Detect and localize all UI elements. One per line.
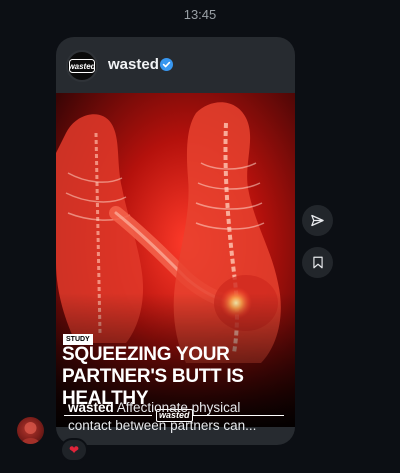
headline-line-2: PARTNER'S BUTT IS — [62, 366, 244, 387]
post-header[interactable]: wasted wasted — [56, 37, 295, 93]
post-image[interactable]: STUDY SQUEEZING YOUR PARTNER'S BUTT IS H… — [56, 93, 295, 427]
logo-text: wasted — [69, 62, 95, 71]
verified-badge-icon — [160, 58, 173, 71]
message-timestamp: 13:45 — [183, 7, 217, 22]
account-name[interactable]: wasted — [108, 56, 159, 73]
save-button[interactable] — [302, 247, 333, 278]
shared-post-card[interactable]: wasted wasted STUDY SQUEEZING YOUR PARTN… — [56, 37, 295, 445]
send-icon — [311, 214, 324, 227]
caption-account-name[interactable]: wasted — [68, 400, 114, 415]
heart-reaction[interactable]: ❤ — [60, 438, 88, 462]
account-avatar[interactable]: wasted — [66, 50, 98, 82]
post-image-text: STUDY SQUEEZING YOUR PARTNER'S BUTT IS H… — [56, 93, 295, 427]
heart-icon: ❤ — [68, 443, 80, 457]
bookmark-icon — [312, 256, 323, 269]
headline-line-1: SQUEEZING YOUR — [62, 344, 230, 365]
post-caption[interactable]: wasted Affectionate physical contact bet… — [56, 391, 295, 445]
avatar-image — [21, 422, 40, 444]
share-button[interactable] — [302, 205, 333, 236]
wasted-logo-icon: wasted — [69, 59, 95, 73]
sender-avatar[interactable] — [17, 417, 44, 444]
